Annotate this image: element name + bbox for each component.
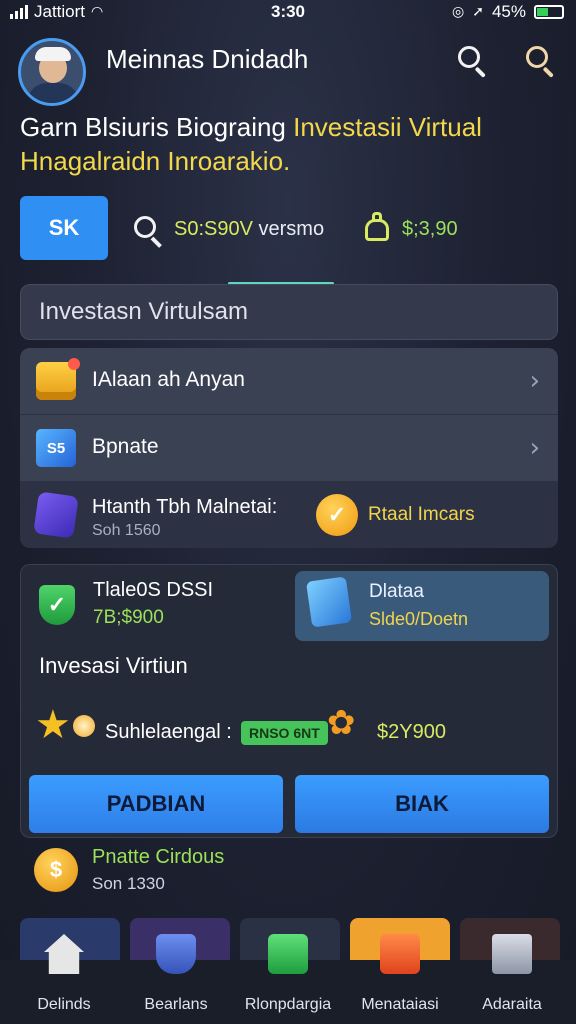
chevron-right-icon: › (529, 366, 540, 396)
menu-item-summary[interactable]: Htanth Tbh Malnetai: Soh 1560 ✓ Rtaal Im… (20, 482, 558, 548)
chevron-right-icon: › (529, 433, 540, 463)
headline-line2: Hnagalraidn Inroarakio. (20, 146, 291, 176)
nav-item-security[interactable]: Bearlans (120, 934, 232, 1024)
stat-value: S0:S90V (174, 218, 253, 240)
wallet-bag-icon[interactable] (364, 212, 390, 242)
investment-amount: $2Y900 (377, 721, 446, 743)
document-icon (492, 934, 532, 974)
status-bar: Jattiort ◠ 3:30 ◎ ➚ 45% (0, 0, 576, 24)
summary-title: Htanth Tbh Malnetai: (92, 496, 278, 518)
summary-right-label: Rtaal Imcars (368, 504, 475, 525)
nav-label: Bearlans (144, 996, 208, 1013)
status-right: ◎ ➚ 45% (452, 2, 564, 22)
battery-icon (534, 5, 564, 19)
toolbar: SK S0:S90V versmo $;3,90 (0, 196, 576, 285)
flower-icon: ✿ (327, 703, 356, 743)
biak-button[interactable]: BIAK (295, 775, 549, 833)
promo-row[interactable]: $ Pnatte Cirdous Son 1330 (20, 842, 558, 902)
check-badge-icon: ✓ (316, 494, 358, 536)
headline-highlight: Investasii Virtual (293, 112, 482, 142)
headline: Garn Blsiuris Biograing Investasii Virtu… (20, 110, 560, 178)
promo-title: Pnatte Cirdous (92, 846, 225, 868)
avatar[interactable] (18, 38, 86, 106)
sparkle-icon (73, 715, 95, 737)
explore-search-icon[interactable] (524, 44, 558, 78)
menu-item-assets[interactable]: IAlaan ah Anyan › (20, 348, 558, 414)
coins-stack-icon (36, 358, 80, 400)
investment-heading: Invesasi Virtiun (39, 653, 188, 678)
investment-card: ✓ Tlale0S DSSI 7B;$900 Dlataa Slde0/Doet… (20, 564, 558, 838)
home-icon (44, 934, 84, 974)
sk-button[interactable]: SK (20, 196, 108, 260)
gem-icon (33, 491, 79, 539)
nav-item-home[interactable]: Delinds (8, 934, 120, 1024)
headline-text: Garn Blsiuris Biograing (20, 112, 294, 142)
promo-subtitle: Son 1330 (92, 874, 165, 893)
menu-card: IAlaan ah Anyan › S5 Bpnate › Htanth Tbh… (20, 348, 558, 548)
stat-suffix: versmo (252, 218, 325, 240)
data-tile[interactable]: Dlataa Slde0/Doetn (295, 571, 549, 641)
investment-stat-label: Suhlelaengal : (105, 721, 232, 743)
chart-icon (268, 934, 308, 974)
star-icon: ★ (35, 702, 71, 748)
bottom-nav: Delinds Bearlans Rlonpdargia Menataiasi … (0, 914, 576, 1024)
search-icon[interactable] (456, 44, 490, 78)
tile-title: Dlataa (369, 581, 424, 602)
padbian-button[interactable]: PADBIAN (29, 775, 283, 833)
shield-check-icon: ✓ (39, 585, 75, 625)
menu-item-bpnate[interactable]: S5 Bpnate › (20, 415, 558, 481)
nav-label: Rlonpdargia (244, 996, 332, 1013)
summary-subtitle: Soh 1560 (92, 522, 161, 539)
status-badge: RNSO 6NT (241, 721, 328, 745)
toolbar-search-icon[interactable] (132, 214, 164, 248)
toolbar-stat: S0:S90V versmo (174, 218, 324, 241)
investment-value: 7B;$900 (93, 607, 164, 628)
location-icon: ➚ (472, 4, 484, 20)
toolbar-amount: $;3,90 (402, 218, 458, 240)
tile-subtitle: Slde0/Doetn (369, 609, 469, 629)
battery-percent: 45% (491, 2, 526, 21)
header: Meinnas Dnidadh (0, 30, 576, 110)
username: Meinnas Dnidadh (106, 44, 309, 74)
alarm-icon: ◎ (452, 4, 465, 20)
investment-title: Tlale0S DSSI (93, 579, 214, 601)
search-box[interactable] (20, 284, 558, 340)
nav-item-market[interactable]: Menataiasi (344, 934, 456, 1024)
menu-item-label: IAlaan ah Anyan (92, 368, 245, 391)
nav-label: Adaraita (482, 996, 542, 1013)
nav-item-documents[interactable]: Adaraita (456, 934, 568, 1024)
nav-label: Menataiasi (361, 996, 439, 1013)
coin-icon: $ (34, 848, 78, 892)
cube-icon: S5 (36, 429, 76, 467)
tag-icon (380, 934, 420, 974)
nav-item-chart[interactable]: Rlonpdargia (232, 934, 344, 1024)
shield-icon (156, 934, 196, 974)
nav-label: Delinds (37, 996, 91, 1013)
menu-item-label: Bpnate (92, 435, 159, 458)
search-input[interactable] (39, 298, 539, 326)
tablet-icon (305, 576, 353, 628)
